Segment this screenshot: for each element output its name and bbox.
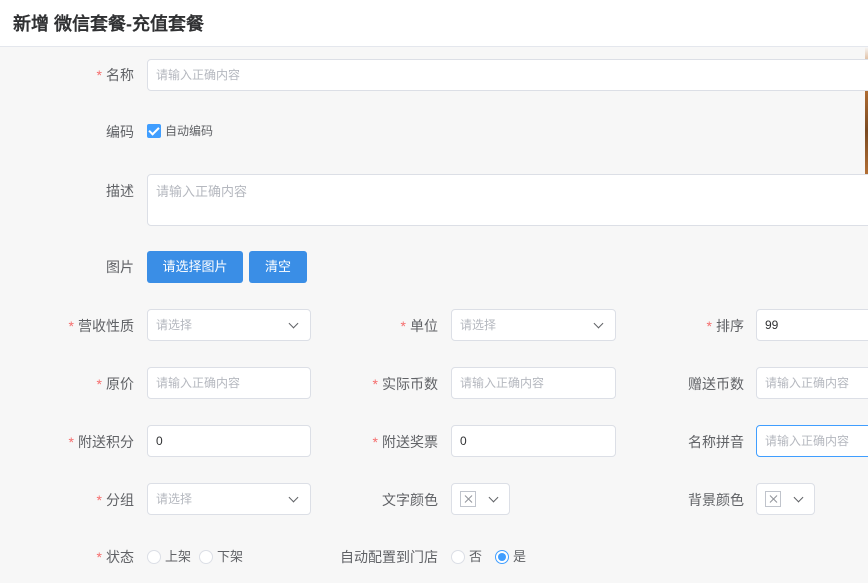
chevron-down-icon [488, 492, 499, 503]
actual-coins-label: * 实际币数 [372, 376, 438, 392]
select-image-button[interactable]: 请选择图片 [147, 251, 243, 283]
description-label: 描述 [106, 183, 134, 199]
sort-label: * 排序 [706, 318, 744, 334]
image-label: 图片 [106, 259, 134, 275]
auto-code-label: 自动编码 [165, 124, 214, 138]
original-price-input[interactable] [147, 367, 311, 399]
chevron-down-icon [593, 318, 604, 329]
text-color-label: 文字颜色 [382, 492, 438, 508]
revenue-type-select[interactable]: 请选择 [147, 309, 311, 341]
page-title: 新增 微信套餐-充值套餐 [13, 14, 204, 34]
group-placeholder: 请选择 [156, 492, 193, 506]
status-radio-on-shelf[interactable] [147, 550, 161, 564]
bonus-tickets-input[interactable] [451, 425, 616, 457]
unit-placeholder: 请选择 [460, 318, 497, 332]
code-label: 编码 [106, 124, 134, 140]
auto-store-radio-yes[interactable] [495, 550, 509, 564]
group-select[interactable]: 请选择 [147, 483, 311, 515]
auto-store-option-yes: 是 [513, 549, 527, 564]
revenue-type-label: * 营收性质 [68, 318, 134, 334]
name-input[interactable] [147, 59, 868, 91]
empty-color-icon [460, 491, 476, 507]
unit-label: * 单位 [400, 318, 438, 334]
auto-store-radio-no[interactable] [451, 550, 465, 564]
status-radio-off-shelf[interactable] [199, 550, 213, 564]
clear-image-button[interactable]: 清空 [249, 251, 307, 283]
text-color-picker[interactable] [451, 483, 510, 515]
auto-code-checkbox[interactable] [147, 124, 161, 138]
bonus-points-label: * 附送积分 [68, 434, 134, 450]
auto-store-label: 自动配置到门店 [340, 549, 438, 565]
dialog-header: 新增 微信套餐-充值套餐 [0, 0, 868, 47]
bg-color-picker[interactable] [756, 483, 815, 515]
actual-coins-input[interactable] [451, 367, 616, 399]
revenue-type-placeholder: 请选择 [156, 318, 193, 332]
bonus-coins-label: 赠送币数 [688, 376, 744, 392]
name-label: * 名称 [96, 67, 134, 83]
chevron-down-icon [793, 492, 804, 503]
status-label: * 状态 [96, 549, 134, 565]
bg-color-label: 背景颜色 [688, 492, 744, 508]
empty-color-icon [765, 491, 781, 507]
group-label: * 分组 [96, 492, 134, 508]
bonus-points-input[interactable] [147, 425, 311, 457]
bonus-coins-input[interactable] [756, 367, 868, 399]
sort-input[interactable] [756, 309, 868, 341]
description-textarea[interactable] [147, 174, 868, 226]
status-option-off-shelf: 下架 [217, 549, 244, 564]
name-pinyin-label: 名称拼音 [688, 434, 744, 450]
auto-store-option-no: 否 [469, 549, 483, 564]
chevron-down-icon [288, 318, 299, 329]
chevron-down-icon [288, 492, 299, 503]
unit-select[interactable]: 请选择 [451, 309, 616, 341]
name-pinyin-input[interactable] [756, 425, 868, 457]
bonus-tickets-label: * 附送奖票 [372, 434, 438, 450]
status-option-on-shelf: 上架 [165, 549, 192, 564]
original-price-label: * 原价 [96, 376, 134, 392]
